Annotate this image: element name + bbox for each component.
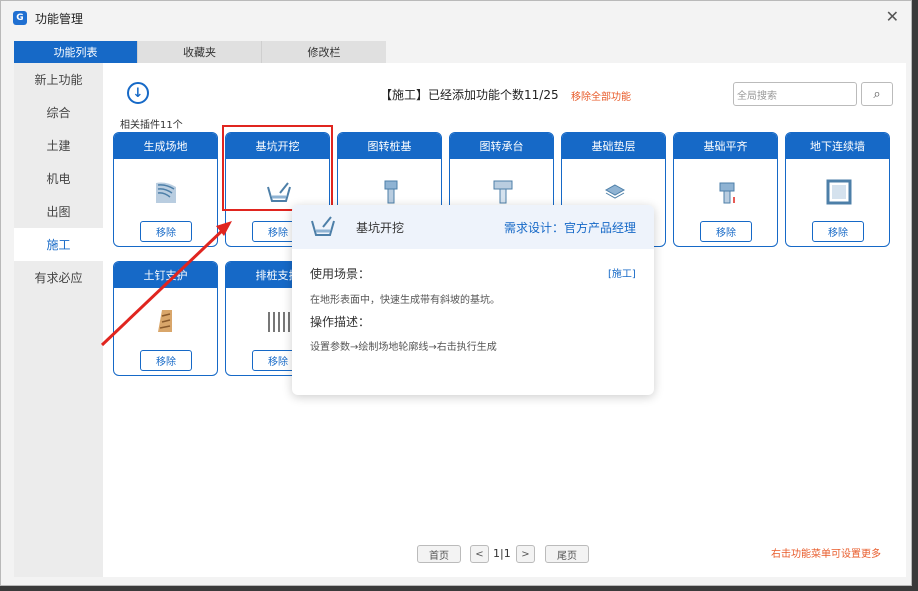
terrain-icon xyxy=(156,182,176,203)
remove-button[interactable]: 移除 xyxy=(140,350,192,371)
tab-modify-bar[interactable]: 修改栏 xyxy=(262,41,386,63)
operation-text: 设置参数→绘制场地轮廓线→右击执行生成 xyxy=(310,342,497,353)
remove-all-link[interactable]: 移除全部功能 xyxy=(571,88,631,103)
function-detail-tooltip: 基坑开挖 需求设计：官方产品经理 使用场景： [施工] 在地形表面中，快速生成带… xyxy=(292,205,654,395)
window-title: 功能管理 xyxy=(35,11,84,26)
next-page-button[interactable]: > xyxy=(516,545,535,563)
footer-hint: 右击功能菜单可设置更多 xyxy=(771,549,881,560)
prev-page-button[interactable]: < xyxy=(470,545,489,563)
remove-button[interactable]: 移除 xyxy=(140,221,192,242)
tooltip-title: 基坑开挖 xyxy=(356,221,405,235)
page-indicator: 1|1 xyxy=(493,547,511,560)
requirement-designer: 需求设计：官方产品经理 xyxy=(504,221,637,235)
title-bar: G 功能管理 ✕ xyxy=(1,1,911,35)
category-tag: [施工] xyxy=(608,269,636,280)
pile-cap-icon xyxy=(493,180,513,204)
card-terrain: 生成场地 移除 xyxy=(113,132,218,247)
align-foundation-icon xyxy=(719,182,735,204)
card-align-foundation: 基础平齐 移除 xyxy=(673,132,778,247)
related-plugins-count: 相关插件11个 xyxy=(120,120,183,131)
cushion-icon xyxy=(604,184,626,199)
sidebar-item-mep[interactable]: 机电 xyxy=(14,162,103,195)
card-title: 图转承台 xyxy=(450,133,553,159)
usage-scene-label: 使用场景： xyxy=(310,267,371,281)
close-icon[interactable]: ✕ xyxy=(886,9,899,25)
card-title: 基础垫层 xyxy=(562,133,665,159)
highlight-box xyxy=(222,125,333,211)
card-title: 基础平齐 xyxy=(674,133,777,159)
app-logo-icon: G xyxy=(13,11,27,25)
sidebar-item-requests[interactable]: 有求必应 xyxy=(14,261,103,294)
search-icon[interactable]: ⌕ xyxy=(861,82,893,106)
card-diaphragm-wall: 地下连续墙 移除 xyxy=(785,132,890,247)
operation-label: 操作描述： xyxy=(310,315,371,329)
sidebar-item-construction[interactable]: 施工 xyxy=(14,228,103,261)
diaphragm-wall-icon xyxy=(826,179,852,205)
tab-function-list[interactable]: 功能列表 xyxy=(14,41,138,63)
excavation-icon xyxy=(311,216,335,236)
sidebar-item-new[interactable]: 新上功能 xyxy=(14,63,103,96)
category-sidebar: 新上功能 综合 土建 机电 出图 施工 有求必应 xyxy=(14,63,103,577)
tab-bar: 功能列表 收藏夹 修改栏 xyxy=(14,41,386,63)
global-search-input[interactable]: 全局搜索 xyxy=(733,82,857,106)
pile-row-icon xyxy=(268,312,290,332)
tab-favorites[interactable]: 收藏夹 xyxy=(138,41,262,63)
remove-button[interactable]: 移除 xyxy=(812,221,864,242)
card-title: 土钉支护 xyxy=(114,262,217,288)
tooltip-header: 基坑开挖 需求设计：官方产品经理 xyxy=(292,205,654,249)
sidebar-item-civil[interactable]: 土建 xyxy=(14,129,103,162)
download-arrow-icon[interactable]: ↓ xyxy=(127,82,149,104)
card-soil-nail: 土钉支护 移除 xyxy=(113,261,218,376)
sidebar-item-general[interactable]: 综合 xyxy=(14,96,103,129)
usage-scene-text: 在地形表面中，快速生成带有斜坡的基坑。 xyxy=(310,295,500,306)
soil-nail-icon xyxy=(158,310,172,332)
first-page-button[interactable]: 首页 xyxy=(417,545,461,563)
card-title: 地下连续墙 xyxy=(786,133,889,159)
remove-button[interactable]: 移除 xyxy=(700,221,752,242)
card-title: 生成场地 xyxy=(114,133,217,159)
sidebar-item-drawing[interactable]: 出图 xyxy=(14,195,103,228)
pile-icon xyxy=(384,180,398,204)
added-count-status: 【施工】已经添加功能个数11/25 xyxy=(380,88,559,102)
card-title: 图转桩基 xyxy=(338,133,441,159)
last-page-button[interactable]: 尾页 xyxy=(545,545,589,563)
